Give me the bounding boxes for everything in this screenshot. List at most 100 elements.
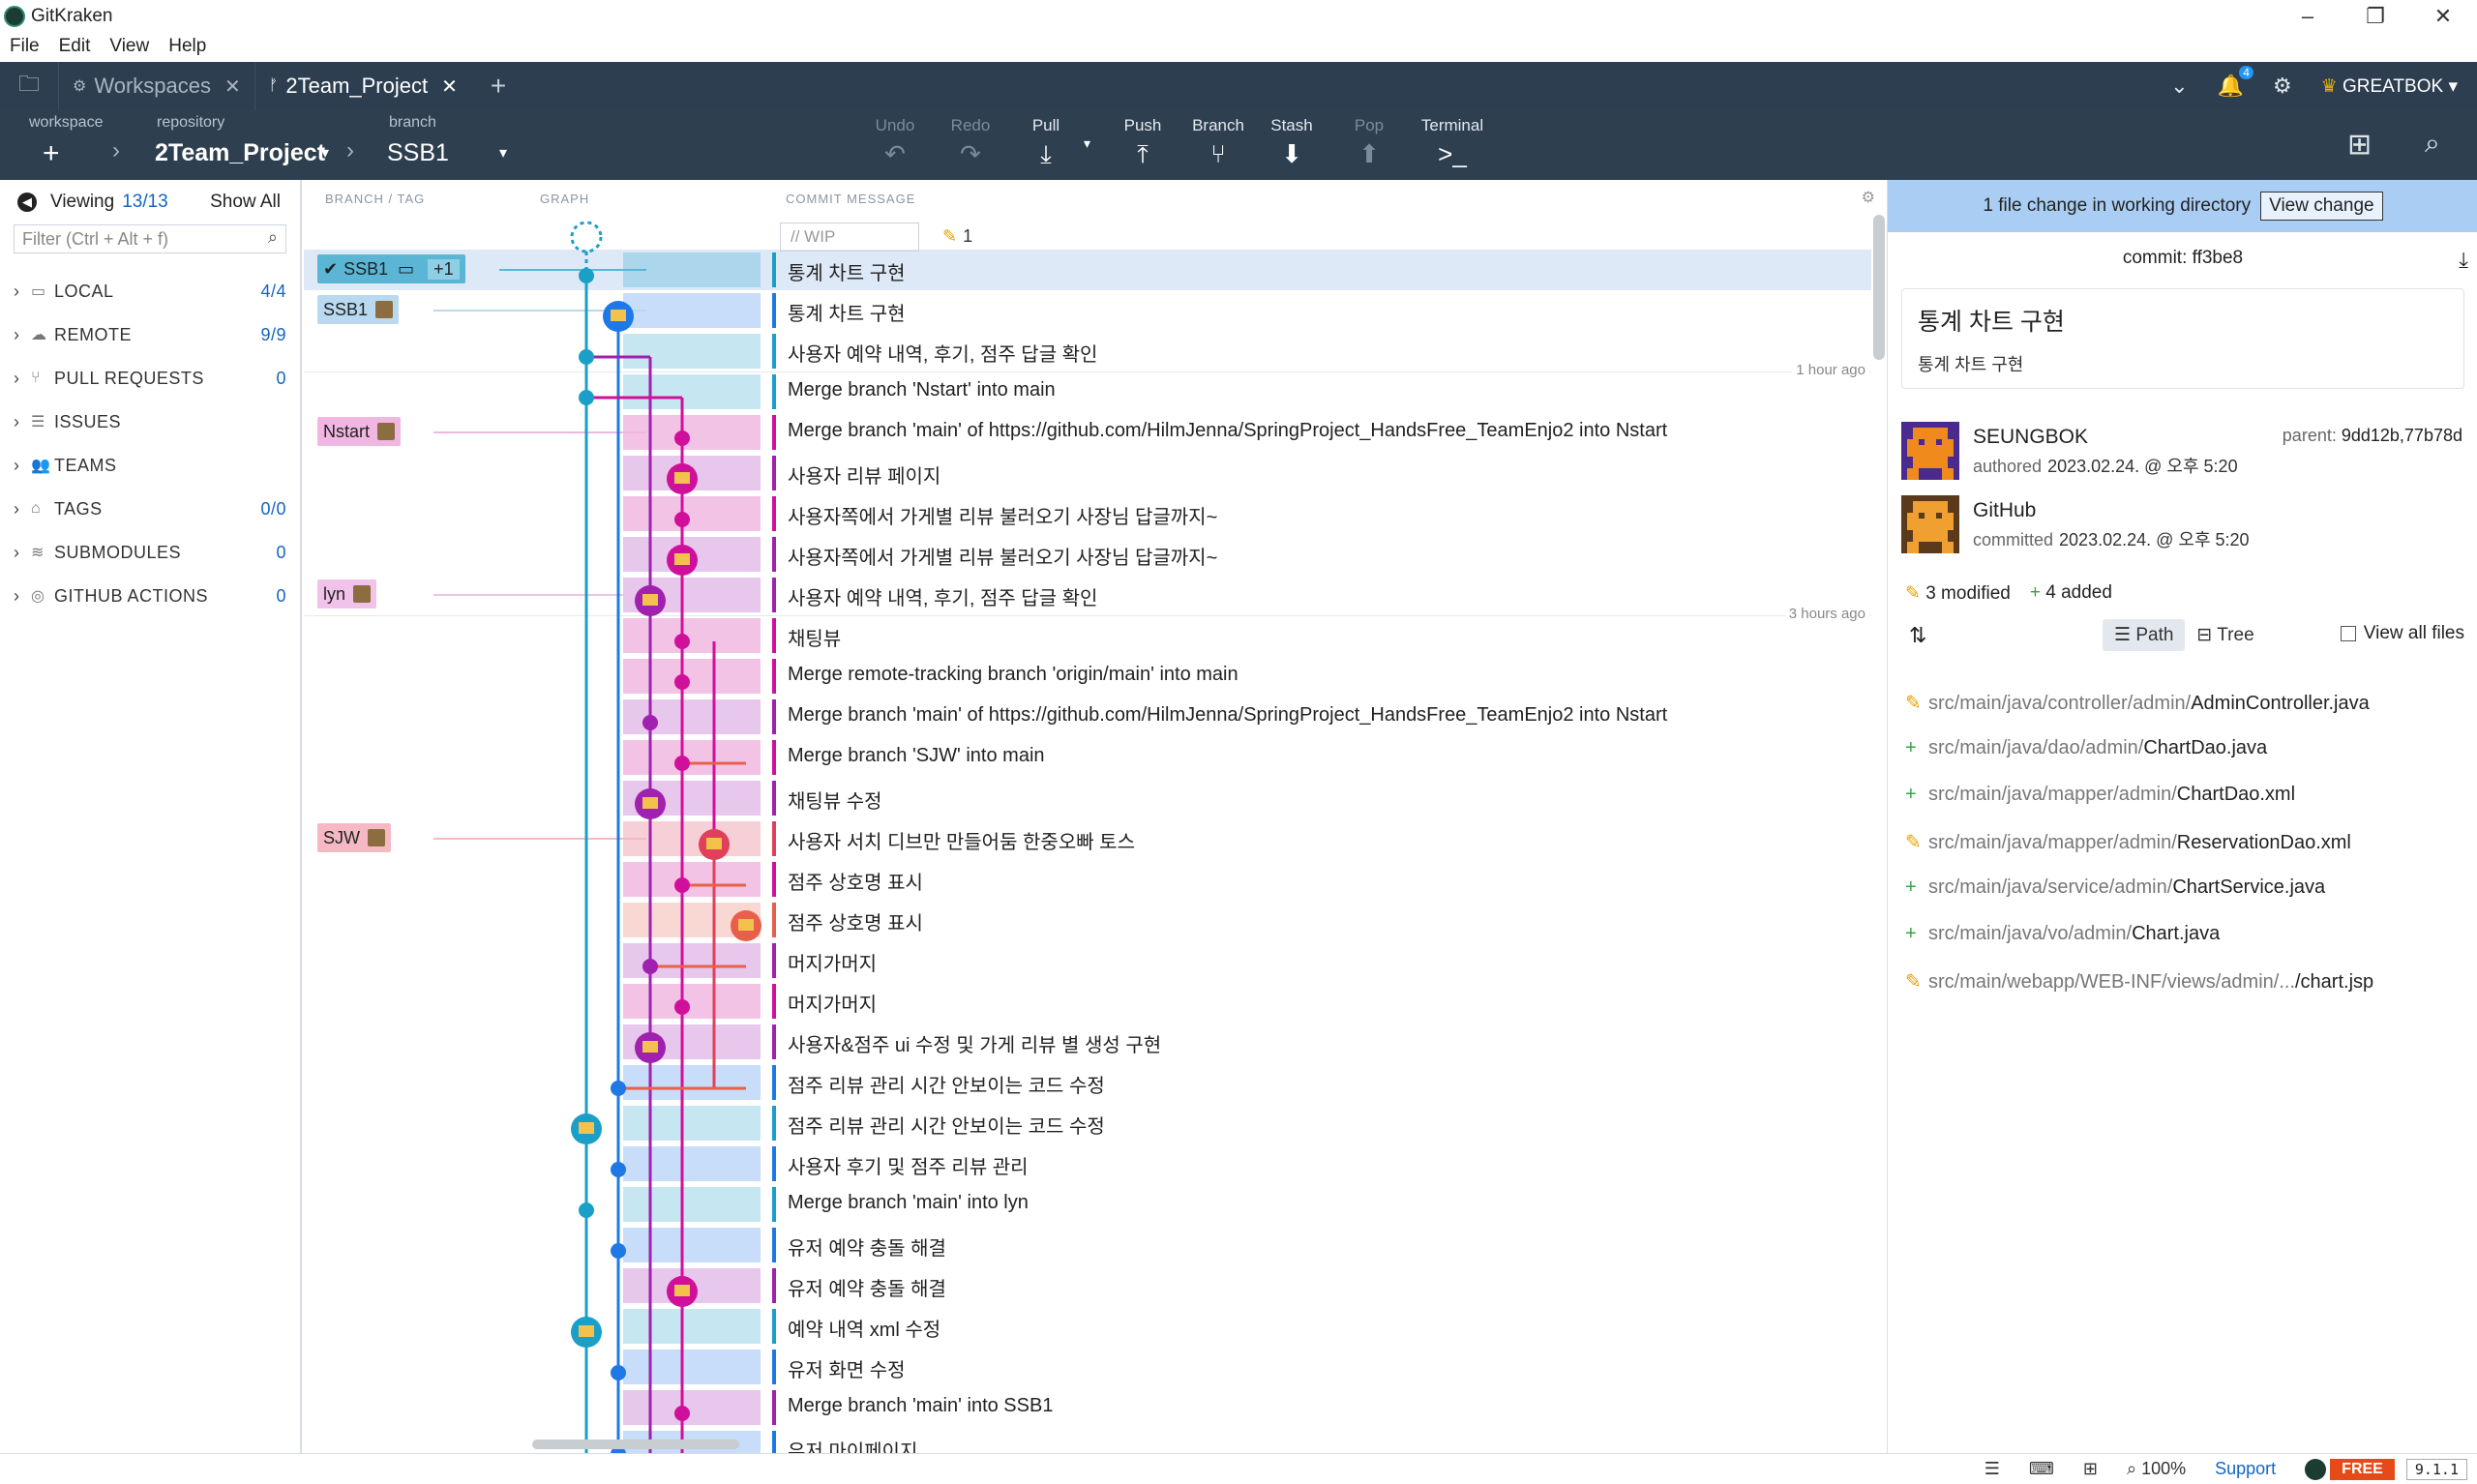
menu-file[interactable]: File [10,36,40,57]
changed-file[interactable]: ✎ src/main/webapp/WEB-INF/views/admin/...… [1905,969,2466,998]
support-link[interactable]: Support [2215,1459,2276,1479]
changed-file[interactable]: + src/main/java/vo/admin/Chart.java [1905,923,2466,952]
sidebar-section-pull-requests[interactable]: › ⑂ PULL REQUESTS 0 [14,364,286,393]
restore-button[interactable]: ❐ [2342,0,2409,33]
tab-label: 2Team_Project [285,74,429,98]
tab-label: Workspaces [94,74,211,98]
tag-icon: ⌂ [31,500,42,517]
horizontal-scrollbar[interactable] [532,1439,739,1449]
sidebar-section-submodules[interactable]: › ≋ SUBMODULES 0 [14,538,286,567]
wip-count-value: 1 [963,226,973,246]
repo-dropdown-icon[interactable]: ▾ [321,143,329,163]
close-icon[interactable]: ✕ [441,74,458,99]
branch-selector[interactable]: SSB1 [387,139,449,167]
menu-bar: File Edit View Help [0,33,216,60]
menu-help[interactable]: Help [168,36,206,57]
wip-input[interactable]: // WIP [780,223,919,252]
branch-dropdown-icon[interactable]: ▾ [499,143,507,163]
commit-avatar-face [579,1122,594,1134]
tab-workspaces[interactable]: ⚙ Workspaces ✕ [58,62,254,110]
sidebar-section-issues[interactable]: › ☰ ISSUES [14,407,286,436]
author-date-row: authored 2023.02.24. @ 오후 5:20 [1973,453,2238,478]
tab-2team-project[interactable]: ᚠ 2Team_Project ✕ [254,62,471,110]
pop-button[interactable]: Pop ⬆ [1335,116,1403,169]
sidebar-section-github-actions[interactable]: › ◎ GITHUB ACTIONS 0 [14,581,286,610]
commit-node [674,877,690,893]
viewing-count: 13/13 [122,192,168,212]
changed-file[interactable]: + src/main/java/mapper/admin/ChartDao.xml [1905,784,2466,813]
wip-node [570,221,603,253]
download-icon[interactable]: ⤓ [2459,248,2468,273]
change-summary: ✎ 3 modified + 4 added [1905,582,2112,605]
submodule-icon: ≋ [31,545,45,561]
search-icon[interactable]: ⌕ [2425,128,2440,160]
minimize-button[interactable]: – [2274,0,2342,33]
commit-avatar-face [642,1041,658,1053]
changed-file[interactable]: + src/main/java/service/admin/ChartServic… [1905,876,2466,905]
commit-avatar-face [579,1325,594,1337]
branch-label: branch [389,114,436,131]
pull-button[interactable]: Pull ⤓ [1012,116,1080,170]
layout-icon[interactable]: ⊞ [2347,128,2372,162]
new-tab-button[interactable]: + [491,71,506,102]
terminal-button[interactable]: Terminal >_ [1418,116,1486,169]
commit-sha[interactable]: ff3be8 [2193,248,2243,268]
bell-icon[interactable]: 🔔 4 [2218,66,2253,99]
menu-edit[interactable]: Edit [59,36,91,57]
sidebar-section-local[interactable]: › ▭ LOCAL 4/4 [14,277,286,306]
view-change-button[interactable]: View change [2260,192,2383,221]
list-icon[interactable]: ☰ [1985,1459,2000,1479]
zoom-level[interactable]: ⌕ 100% [2127,1459,2186,1479]
file-dir: src/main/java/controller/admin/ [1928,693,2192,714]
push-button[interactable]: Push ⤒ [1109,116,1177,170]
filter-input[interactable]: Filter (Ctrl + Alt + f) ⌕ [14,224,286,253]
checkbox[interactable] [2340,626,2356,641]
file-dir: src/main/webapp/WEB-INF/views/admin/... [1928,971,2295,993]
view-all-files-toggle[interactable]: View all files [2340,623,2464,644]
tree-view-button[interactable]: ⊟ Tree [2185,619,2265,651]
file-dir: src/main/java/dao/admin/ [1928,737,2144,758]
sidebar-section-teams[interactable]: › 👥 TEAMS [14,451,286,480]
close-icon[interactable]: ✕ [224,74,241,99]
commit-label: commit: [2122,248,2188,268]
gear-icon[interactable]: ⚙ [2273,74,2292,99]
undo-button[interactable]: Undo ↶ [861,116,929,169]
branch-button[interactable]: Branch ⑂ [1184,116,1252,169]
commit-message-box[interactable]: 통계 차트 구현 통계 차트 구현 [1901,288,2464,389]
close-window-button[interactable]: ✕ [2409,0,2477,33]
commit-avatar-face [674,472,690,484]
pull-icon: ⤓ [1040,139,1052,168]
folder-icon[interactable]: 🗀 [0,68,58,104]
gift-icon[interactable]: ⊞ [2083,1459,2098,1479]
redo-button[interactable]: Redo ↷ [937,116,1004,169]
working-directory-banner: 1 file change in working directory View … [1888,180,2477,232]
chevron-right-icon: › [346,137,354,163]
collapse-panel-icon[interactable]: ◀ [17,193,37,212]
sidebar-section-tags[interactable]: › ⌂ TAGS 0/0 [14,494,286,523]
committer-date-row: committed 2023.02.24. @ 오후 5:20 [1973,526,2250,551]
sidebar-section-remote[interactable]: › ☁ REMOTE 9/9 [14,320,286,349]
changed-file[interactable]: ✎ src/main/java/mapper/admin/ReservationD… [1905,830,2466,859]
show-all-button[interactable]: Show All [210,192,281,213]
chevron-right-icon: › [14,455,20,475]
modified-count: ✎ 3 modified [1905,582,2011,605]
parent-shas[interactable]: 9dd12b,77b78d [2342,426,2462,445]
sort-icon[interactable]: ⇅ [1909,623,1926,648]
chevron-down-icon[interactable]: ⌄ [2170,74,2188,99]
vertical-scrollbar[interactable] [1873,215,1885,360]
pull-options-icon[interactable]: ▾ [1084,135,1090,152]
plan-badge[interactable]: FREE [2330,1458,2395,1480]
changed-file[interactable]: ✎ src/main/java/controller/admin/AdminCon… [1905,691,2466,720]
keyboard-icon[interactable]: ⌨ [2029,1459,2054,1479]
changed-file[interactable]: + src/main/java/dao/admin/ChartDao.java [1905,737,2466,766]
menu-view[interactable]: View [109,36,149,57]
add-workspace-button[interactable]: + [43,137,60,170]
user-menu[interactable]: ♛ GREATBOK ▾ [2321,75,2458,98]
undo-label: Undo [875,116,915,134]
path-view-button[interactable]: ☰ Path [2103,619,2186,651]
stash-button[interactable]: Stash ⬇ [1258,116,1326,169]
workspaces-icon: ⚙ [73,78,87,95]
chevron-right-icon: › [14,542,20,562]
repository-selector[interactable]: 2Team_Project [155,139,325,167]
author-name: SEUNGBOK [1973,426,2089,448]
